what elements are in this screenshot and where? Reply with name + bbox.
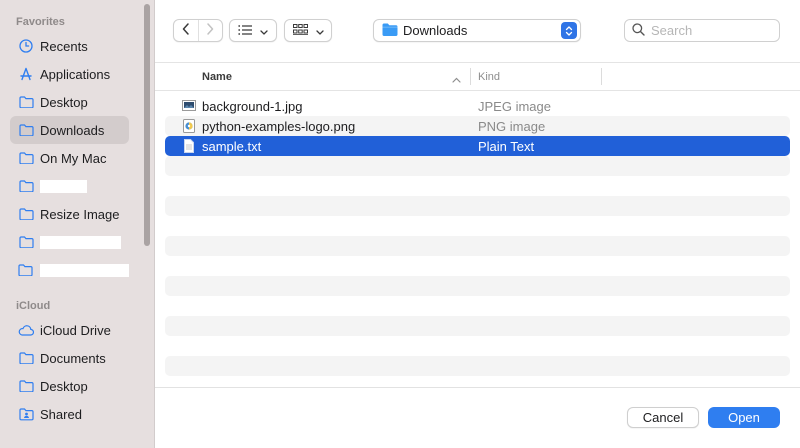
- file-kind: PNG image: [478, 119, 546, 134]
- sidebar-item-redacted-1[interactable]: [10, 172, 129, 200]
- cancel-button[interactable]: Cancel: [627, 407, 699, 428]
- empty-row: [165, 156, 790, 176]
- list-icon: [238, 23, 252, 38]
- location-popup[interactable]: Downloads: [373, 19, 581, 42]
- file-kind: Plain Text: [478, 139, 535, 154]
- chevron-down-icon: [260, 23, 268, 38]
- sidebar-item-label: Resize Image: [40, 206, 120, 222]
- file-row-selected[interactable]: sample.txt Plain Text: [165, 136, 790, 156]
- folder-icon: [18, 262, 34, 278]
- navigation-buttons: [173, 19, 223, 42]
- sidebar-item-label: Documents: [40, 350, 106, 366]
- grid-icon: [292, 23, 308, 38]
- sidebar-scrollbar[interactable]: [144, 4, 150, 246]
- clock-icon: [18, 38, 34, 54]
- column-header-name[interactable]: Name: [202, 63, 232, 90]
- image-file-icon: [182, 119, 196, 133]
- chevron-right-icon: [206, 23, 214, 38]
- empty-row: [165, 196, 790, 216]
- shared-folder-icon: [18, 406, 34, 422]
- file-kind: JPEG image: [478, 99, 551, 114]
- sidebar-item-label: Recents: [40, 38, 88, 54]
- folder-icon: [18, 150, 34, 166]
- sidebar-item-applications[interactable]: Applications: [10, 60, 129, 88]
- back-button[interactable]: [174, 20, 198, 41]
- sidebar-item-icloud-desktop[interactable]: Desktop: [10, 372, 129, 400]
- folder-icon: [18, 178, 34, 194]
- empty-row: [165, 356, 790, 376]
- sidebar-item-label: Applications: [40, 66, 111, 82]
- search-input[interactable]: [651, 23, 771, 38]
- chevron-left-icon: [182, 23, 190, 38]
- divider: [155, 90, 800, 91]
- sidebar-item-on-my-mac[interactable]: On My Mac: [10, 144, 129, 172]
- column-separator[interactable]: [470, 68, 471, 85]
- sidebar-item-desktop[interactable]: Desktop: [10, 88, 129, 116]
- file-row[interactable]: background-1.jpg JPEG image: [165, 96, 790, 116]
- sidebar-item-documents[interactable]: Documents: [10, 344, 129, 372]
- location-label: Downloads: [403, 23, 468, 38]
- sidebar-item-redacted-3[interactable]: [10, 256, 129, 284]
- file-name: python-examples-logo.png: [202, 119, 356, 134]
- view-mode-button[interactable]: [229, 19, 277, 42]
- sidebar-item-label: Downloads: [40, 122, 105, 138]
- sidebar-item-label: Desktop: [40, 378, 88, 394]
- folder-icon: [382, 23, 398, 39]
- applications-icon: [18, 66, 34, 82]
- text-file-icon: [182, 139, 196, 153]
- folder-icon: [18, 122, 34, 138]
- folder-icon: [18, 378, 34, 394]
- sidebar-section-favorites: Favorites: [16, 16, 65, 28]
- sidebar-item-resize-image[interactable]: Resize Image: [10, 200, 129, 228]
- sidebar-item-label: On My Mac: [40, 150, 107, 166]
- sidebar-item-shared[interactable]: Shared: [10, 400, 129, 428]
- forward-button[interactable]: [197, 20, 222, 41]
- sidebar-item-label: iCloud Drive: [40, 322, 111, 338]
- sort-ascending-icon: [452, 71, 461, 86]
- search-field[interactable]: [624, 19, 780, 42]
- redacted-label: [40, 235, 121, 249]
- group-by-button[interactable]: [284, 19, 332, 42]
- search-icon: [632, 22, 645, 39]
- empty-row: [165, 236, 790, 256]
- folder-icon: [18, 94, 34, 110]
- folder-icon: [18, 206, 34, 222]
- updown-chevron-icon: [561, 22, 577, 39]
- image-file-icon: [182, 99, 196, 113]
- sidebar-item-icloud-drive[interactable]: iCloud Drive: [10, 316, 129, 344]
- empty-row: [165, 276, 790, 296]
- folder-icon: [18, 350, 34, 366]
- sidebar-item-recents[interactable]: Recents: [10, 32, 129, 60]
- sidebar-item-downloads[interactable]: Downloads: [10, 116, 129, 144]
- file-name: sample.txt: [202, 139, 262, 154]
- sidebar: Favorites Recents Applications Desktop D…: [0, 0, 155, 448]
- empty-row: [165, 316, 790, 336]
- folder-icon: [18, 234, 34, 250]
- sidebar-item-redacted-2[interactable]: [10, 228, 129, 256]
- redacted-label: [40, 179, 87, 193]
- file-name: background-1.jpg: [202, 99, 303, 114]
- cloud-icon: [18, 322, 34, 338]
- chevron-down-icon: [315, 23, 324, 38]
- redacted-label: [39, 263, 129, 277]
- sidebar-item-label: Shared: [40, 406, 82, 422]
- open-button[interactable]: Open: [708, 407, 780, 428]
- sidebar-section-icloud: iCloud: [16, 300, 51, 312]
- column-header-kind[interactable]: Kind: [478, 63, 500, 90]
- divider: [155, 387, 800, 388]
- column-separator[interactable]: [601, 68, 602, 85]
- file-row[interactable]: python-examples-logo.png PNG image: [165, 116, 790, 136]
- sidebar-item-label: Desktop: [40, 94, 88, 110]
